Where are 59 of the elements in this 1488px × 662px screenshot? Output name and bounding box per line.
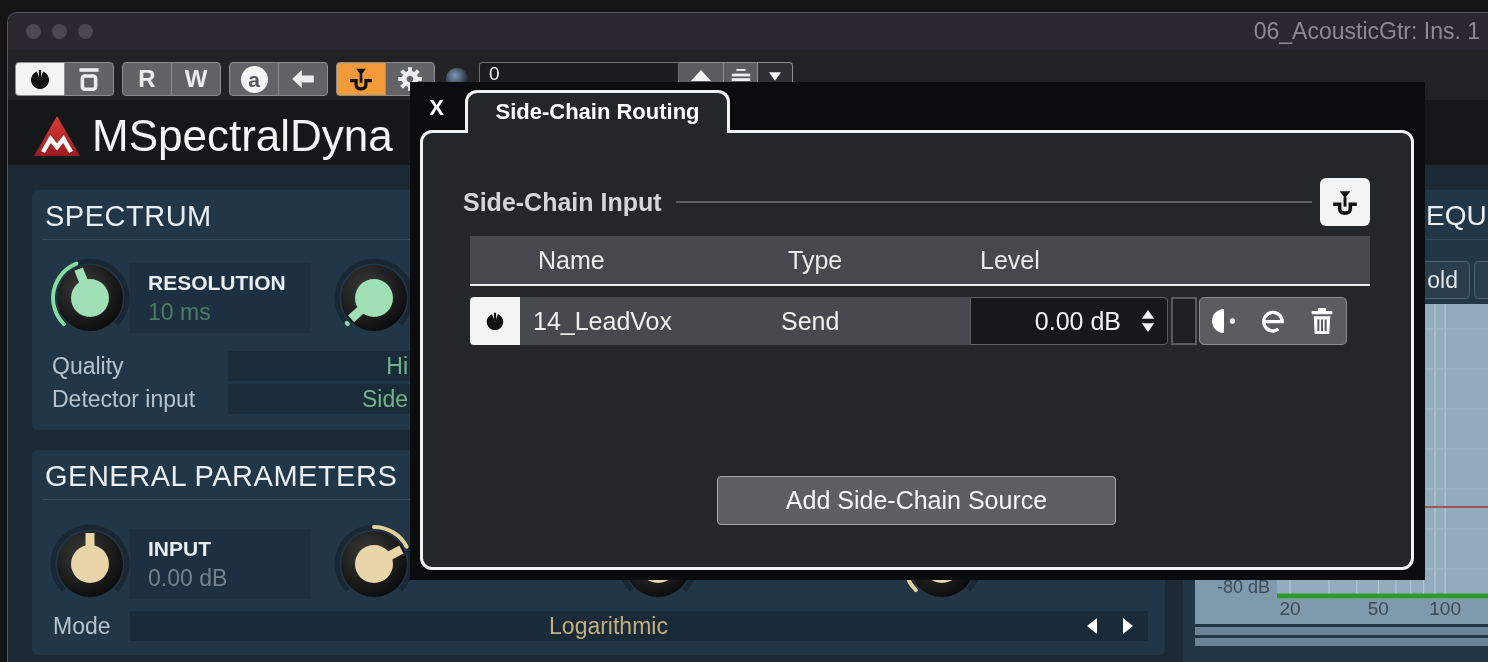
param-field[interactable]: Side	[228, 384, 410, 414]
down-arrow-cup-icon	[349, 67, 373, 91]
tab[interactable]: Side-Chain Routing	[465, 90, 730, 133]
knob-value: 0.00 dB	[148, 564, 229, 592]
letter-button[interactable]: W	[171, 62, 221, 96]
axis-label: 100	[1429, 598, 1461, 620]
spinner-arrows-icon[interactable]	[1141, 309, 1155, 333]
scroll-bar[interactable]	[1195, 627, 1488, 635]
right-arrow-icon[interactable]	[1123, 618, 1133, 634]
lines-icon	[730, 69, 751, 81]
section-title: Side-Chain Input	[463, 187, 662, 217]
arrow-left-icon	[292, 70, 314, 88]
letter-button[interactable]: R	[122, 62, 172, 96]
bar-square-icon	[77, 67, 101, 91]
power-button[interactable]	[15, 62, 65, 96]
left-arrow-icon[interactable]	[1087, 618, 1097, 634]
param-field[interactable]: Hi	[228, 351, 410, 381]
scroll-bar[interactable]	[1195, 638, 1488, 646]
name-cell-text: 14_LeadVox	[532, 306, 674, 336]
table-row[interactable]: 14_LeadVox Send	[520, 297, 970, 345]
knob-value: 10 ms	[148, 298, 212, 326]
swirl-icon[interactable]	[1261, 308, 1285, 334]
type-cell: Send	[781, 306, 840, 336]
knob-fill-arc	[51, 261, 79, 327]
knob-fill-arc	[372, 525, 409, 549]
knob-label: RESOLUTION	[148, 271, 287, 295]
window-title: 06_AcousticGtr: Ins. 1	[1253, 18, 1480, 45]
sidechain-button[interactable]	[336, 62, 386, 96]
auto-button[interactable]: a	[229, 62, 279, 96]
axis-label: 20	[1279, 598, 1301, 620]
column-header: Name	[538, 245, 606, 275]
power-icon	[28, 67, 52, 91]
power-icon	[484, 310, 506, 332]
up-arrow-icon	[691, 69, 711, 81]
down-arrow-cup-icon	[1332, 189, 1358, 215]
param-label: Mode	[52, 612, 112, 640]
level-meter	[1171, 297, 1197, 345]
axis-label: 50	[1367, 598, 1389, 620]
knob-label: INPUT	[148, 537, 212, 561]
close-button[interactable]: X	[418, 90, 455, 125]
sidechain-button[interactable]	[1320, 178, 1370, 226]
power-button[interactable]	[470, 297, 520, 345]
panel-title: SPECTRUM	[45, 199, 212, 233]
param-label: Detector input	[51, 385, 197, 413]
plugin-title: MSpectralDyna	[92, 110, 393, 161]
back-button[interactable]	[278, 62, 328, 96]
axis-label: -80 dB	[1215, 576, 1270, 598]
bypass-button[interactable]	[64, 62, 114, 96]
level-field[interactable]: 0.00 dB	[970, 297, 1168, 345]
half-circle-dot-icon[interactable]	[1212, 308, 1237, 334]
trash-icon[interactable]	[1309, 308, 1334, 334]
column-header: Type	[788, 245, 844, 275]
column-header: Level	[980, 245, 1040, 275]
panel-title: EQU	[1426, 199, 1487, 233]
panel-title: GENERAL PARAMETERS	[45, 459, 398, 493]
add-source-button[interactable]: Add Side-Chain Source	[717, 476, 1116, 525]
logo-icon	[33, 114, 81, 157]
mode-field[interactable]: Logarithmic	[130, 611, 1148, 641]
param-label: Quality	[51, 352, 125, 380]
